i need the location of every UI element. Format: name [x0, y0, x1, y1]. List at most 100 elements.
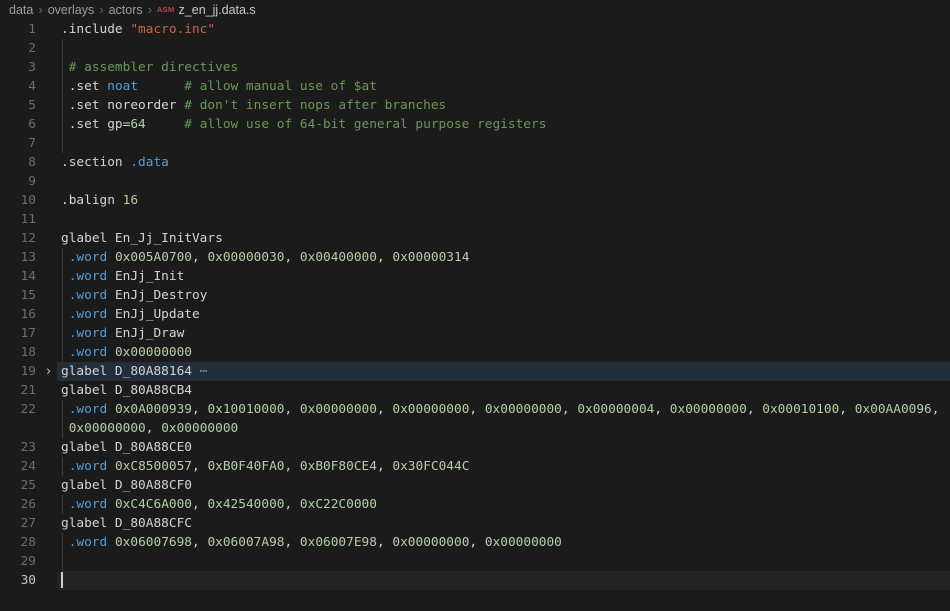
code-line[interactable]: 18 .word 0x00000000 [0, 343, 950, 362]
code-text[interactable] [61, 571, 950, 590]
code-line[interactable]: 7 [0, 134, 950, 153]
breadcrumb-item-data[interactable]: data [9, 3, 33, 17]
code-line[interactable]: 5 .set noreorder # don't insert nops aft… [0, 96, 950, 115]
code-line[interactable]: 6 .set gp=64 # allow use of 64-bit gener… [0, 115, 950, 134]
code-editor[interactable]: 1 .include "macro.inc" 23 # assembler dire… [0, 20, 950, 590]
code-line[interactable]: 21 glabel D_80A88CB4 [0, 381, 950, 400]
code-text[interactable]: glabel D_80A88CFC [61, 514, 950, 533]
breadcrumb-file[interactable]: ASM z_en_jj.data.s [157, 3, 256, 17]
code-line[interactable]: 11 [0, 210, 950, 229]
code-text[interactable]: 0x00000000, 0x00000000 [61, 419, 950, 438]
code-text[interactable]: .set noat # allow manual use of $at [61, 77, 950, 96]
line-number[interactable]: 12 [0, 229, 36, 248]
line-number[interactable]: 13 [0, 248, 36, 267]
line-number[interactable]: 26 [0, 495, 36, 514]
line-number[interactable]: 6 [0, 115, 36, 134]
line-number[interactable]: 16 [0, 305, 36, 324]
line-number[interactable]: 29 [0, 552, 36, 571]
code-text[interactable]: glabel D_80A88CE0 [61, 438, 950, 457]
code-line[interactable]: 8 .section .data [0, 153, 950, 172]
code-text[interactable] [61, 39, 950, 58]
code-line[interactable]: 12 glabel En_Jj_InitVars [0, 229, 950, 248]
code-line[interactable]: 22 .word 0x0A000939, 0x10010000, 0x00000… [0, 400, 950, 419]
line-number[interactable]: 9 [0, 172, 36, 191]
code-text[interactable]: glabel D_80A88CF0 [61, 476, 950, 495]
code-line[interactable]: 26 .word 0xC4C6A000, 0x42540000, 0xC22C0… [0, 495, 950, 514]
breadcrumb: data › overlays › actors › ASM z_en_jj.d… [0, 0, 950, 20]
line-number[interactable]: 19 [0, 362, 36, 381]
breadcrumb-item-overlays[interactable]: overlays [48, 3, 95, 17]
code-text[interactable]: .word 0xC8500057, 0xB0F40FA0, 0xB0F80CE4… [61, 457, 950, 476]
code-text[interactable]: .word 0x005A0700, 0x00000030, 0x00400000… [61, 248, 950, 267]
code-text[interactable]: .section .data [61, 153, 950, 172]
code-line[interactable]: 29 [0, 552, 950, 571]
line-number[interactable]: 17 [0, 324, 36, 343]
line-number[interactable]: 4 [0, 77, 36, 96]
code-text[interactable]: .include "macro.inc" [61, 20, 950, 39]
code-text[interactable]: .word 0xC4C6A000, 0x42540000, 0xC22C0000 [61, 495, 950, 514]
code-token: .word [69, 402, 108, 417]
code-text[interactable]: .word EnJj_Update [61, 305, 950, 324]
line-number[interactable]: 24 [0, 457, 36, 476]
line-number[interactable]: 28 [0, 533, 36, 552]
code-line[interactable]: 19 › glabel D_80A88164 ⋯ [0, 362, 950, 381]
line-number[interactable]: 5 [0, 96, 36, 115]
line-number[interactable]: 11 [0, 210, 36, 229]
line-number[interactable]: 23 [0, 438, 36, 457]
line-number[interactable] [0, 419, 36, 438]
code-text[interactable]: .word EnJj_Destroy [61, 286, 950, 305]
code-text[interactable]: .set noreorder # don't insert nops after… [61, 96, 950, 115]
code-line[interactable]: 9 [0, 172, 950, 191]
code-line[interactable]: 1 .include "macro.inc" [0, 20, 950, 39]
code-line[interactable]: 4 .set noat # allow manual use of $at [0, 77, 950, 96]
line-number[interactable]: 27 [0, 514, 36, 533]
code-text[interactable]: .balign 16 [61, 191, 950, 210]
line-number[interactable]: 1 [0, 20, 36, 39]
code-text[interactable]: .word 0x00000000 [61, 343, 950, 362]
code-token: noat [107, 79, 138, 94]
code-line[interactable]: 2 [0, 39, 950, 58]
code-line[interactable]: 30 [0, 571, 950, 590]
code-text[interactable]: .word 0x06007698, 0x06007A98, 0x06007E98… [61, 533, 950, 552]
line-number[interactable]: 30 [0, 571, 36, 590]
code-line[interactable]: 13 .word 0x005A0700, 0x00000030, 0x00400… [0, 248, 950, 267]
code-text[interactable]: # assembler directives [61, 58, 950, 77]
code-text[interactable]: .set gp=64 # allow use of 64-bit general… [61, 115, 950, 134]
code-text[interactable]: .word EnJj_Draw [61, 324, 950, 343]
line-number[interactable]: 10 [0, 191, 36, 210]
code-text[interactable]: glabel D_80A88CB4 [61, 381, 950, 400]
code-text[interactable]: .word EnJj_Init [61, 267, 950, 286]
line-number[interactable]: 7 [0, 134, 36, 153]
breadcrumb-item-actors[interactable]: actors [109, 3, 143, 17]
code-text[interactable] [61, 552, 950, 571]
code-text[interactable] [61, 210, 950, 229]
code-text[interactable]: .word 0x0A000939, 0x10010000, 0x00000000… [61, 400, 950, 419]
code-line[interactable]: 14 .word EnJj_Init [0, 267, 950, 286]
code-line[interactable]: 24 .word 0xC8500057, 0xB0F40FA0, 0xB0F80… [0, 457, 950, 476]
line-number[interactable]: 15 [0, 286, 36, 305]
line-number[interactable]: 22 [0, 400, 36, 419]
code-line[interactable]: 0x00000000, 0x00000000 [0, 419, 950, 438]
indent-guide [62, 324, 63, 343]
code-line[interactable]: 23 glabel D_80A88CE0 [0, 438, 950, 457]
line-number[interactable]: 18 [0, 343, 36, 362]
code-line[interactable]: 10 .balign 16 [0, 191, 950, 210]
line-number[interactable]: 25 [0, 476, 36, 495]
line-number[interactable]: 8 [0, 153, 36, 172]
code-line[interactable]: 25 glabel D_80A88CF0 [0, 476, 950, 495]
code-line[interactable]: 3 # assembler directives [0, 58, 950, 77]
code-line[interactable]: 17 .word EnJj_Draw [0, 324, 950, 343]
line-number[interactable]: 14 [0, 267, 36, 286]
code-text[interactable]: glabel D_80A88164 ⋯ [61, 362, 950, 381]
code-line[interactable]: 15 .word EnJj_Destroy [0, 286, 950, 305]
code-text[interactable] [61, 172, 950, 191]
code-text[interactable] [61, 134, 950, 153]
fold-chevron-icon[interactable]: › [45, 361, 52, 383]
code-line[interactable]: 16 .word EnJj_Update [0, 305, 950, 324]
code-line[interactable]: 28 .word 0x06007698, 0x06007A98, 0x06007… [0, 533, 950, 552]
code-text[interactable]: glabel En_Jj_InitVars [61, 229, 950, 248]
line-number[interactable]: 3 [0, 58, 36, 77]
line-number[interactable]: 2 [0, 39, 36, 58]
line-number[interactable]: 21 [0, 381, 36, 400]
code-line[interactable]: 27 glabel D_80A88CFC [0, 514, 950, 533]
